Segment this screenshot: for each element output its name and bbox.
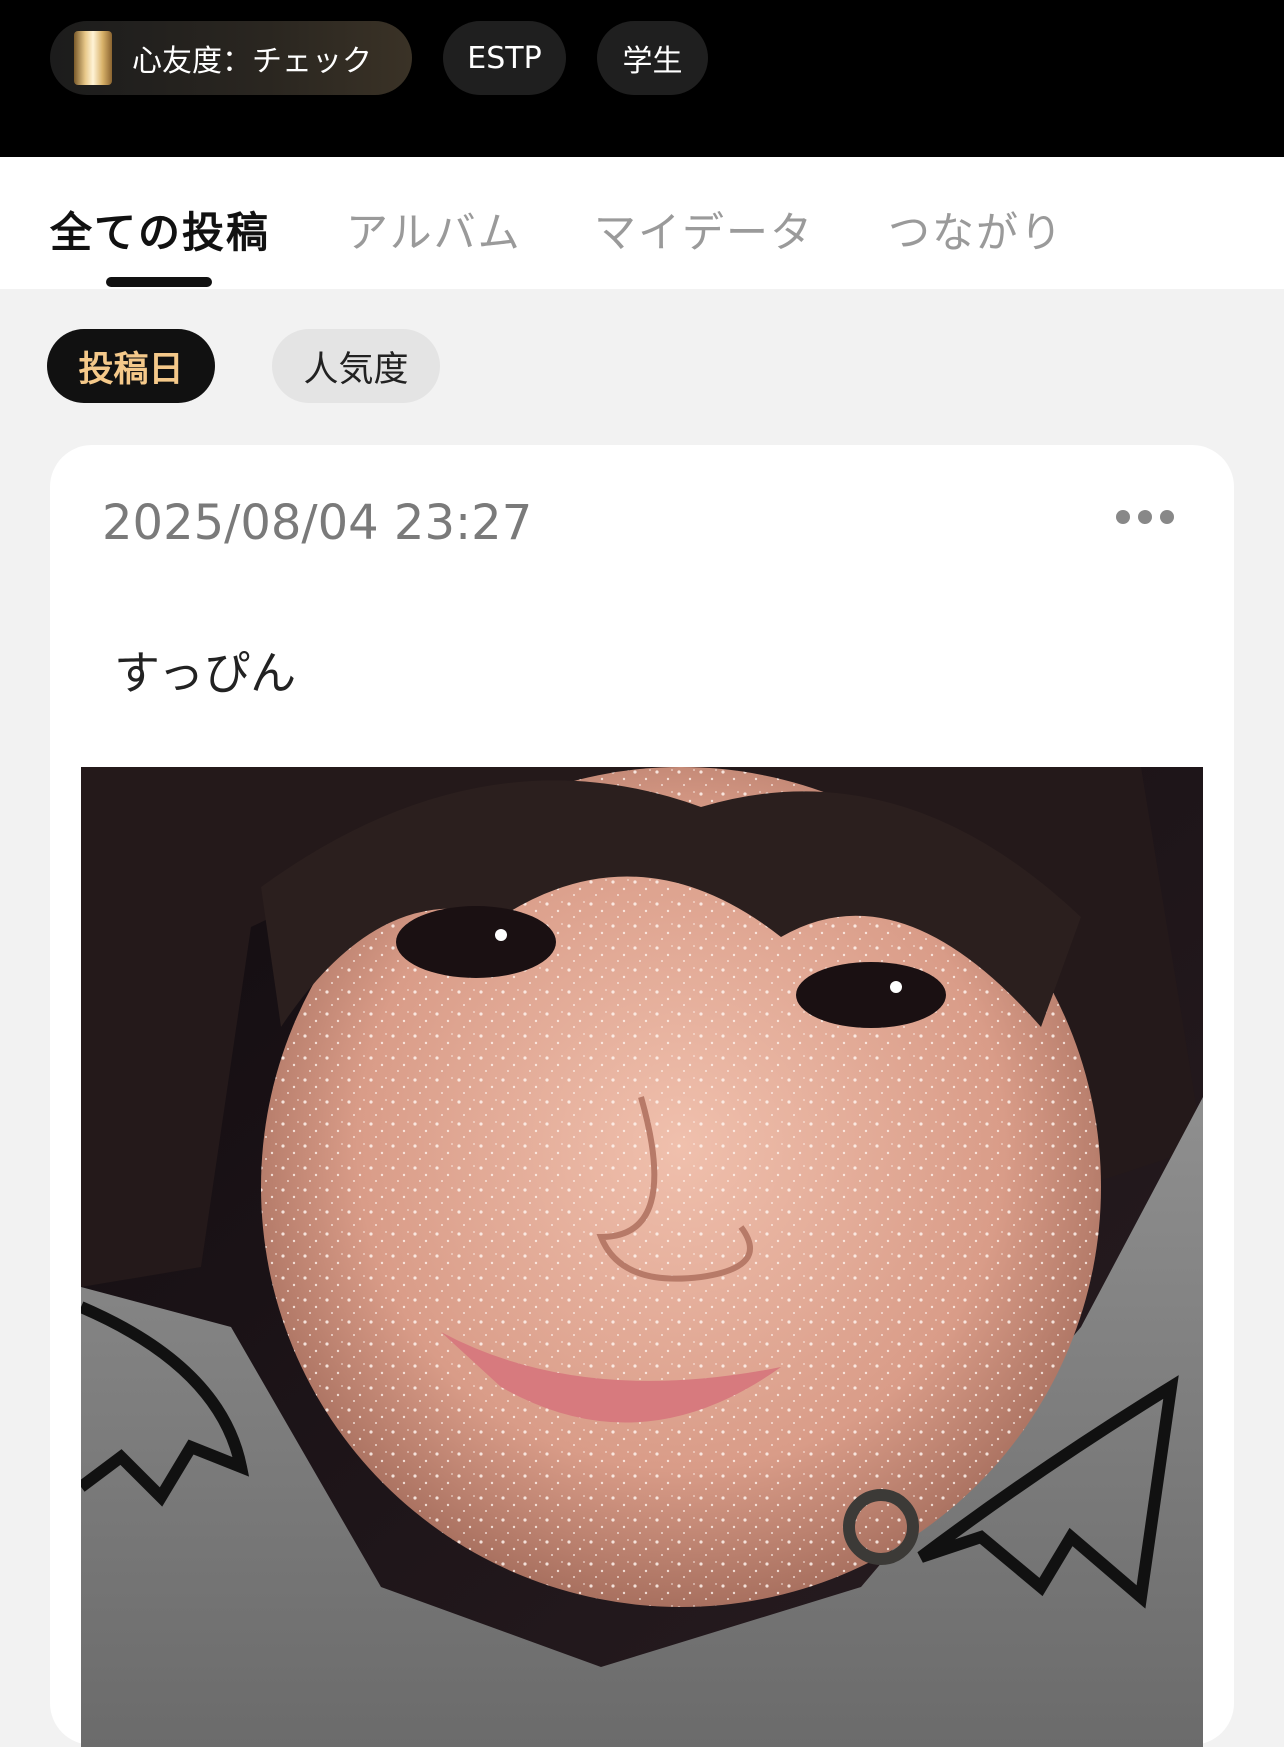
gold-card-icon bbox=[74, 31, 112, 85]
sort-by-date-button[interactable]: 投稿日 bbox=[47, 329, 215, 403]
tab-album[interactable]: アルバム bbox=[346, 199, 522, 260]
selfie-photo-illustration bbox=[81, 767, 1203, 1747]
active-tab-indicator bbox=[106, 277, 212, 287]
friendship-check-label: 心友度：チェック bbox=[132, 44, 372, 79]
profile-header: 心友度：チェック ESTP 学生 bbox=[0, 0, 1284, 157]
tab-connections[interactable]: つながり bbox=[888, 199, 1064, 260]
post-card: 2025/08/04 23:27 すっぴん bbox=[50, 445, 1234, 1747]
mbti-chip[interactable]: ESTP bbox=[443, 21, 566, 95]
more-options-icon[interactable] bbox=[1116, 510, 1174, 524]
friendship-check-chip[interactable]: 心友度：チェック bbox=[50, 21, 412, 95]
tab-all-posts[interactable]: 全ての投稿 bbox=[50, 199, 270, 260]
post-timestamp: 2025/08/04 23:27 bbox=[102, 495, 533, 551]
post-photo[interactable] bbox=[81, 767, 1203, 1747]
sort-by-popularity-button[interactable]: 人気度 bbox=[272, 329, 440, 403]
mbti-label: ESTP bbox=[467, 40, 542, 76]
content-tabs: 全ての投稿 アルバム マイデータ つながり bbox=[0, 157, 1284, 289]
occupation-chip[interactable]: 学生 bbox=[597, 21, 708, 95]
occupation-label: 学生 bbox=[622, 44, 683, 79]
post-text: すっぴん bbox=[114, 646, 297, 700]
tab-my-data[interactable]: マイデータ bbox=[594, 199, 814, 260]
